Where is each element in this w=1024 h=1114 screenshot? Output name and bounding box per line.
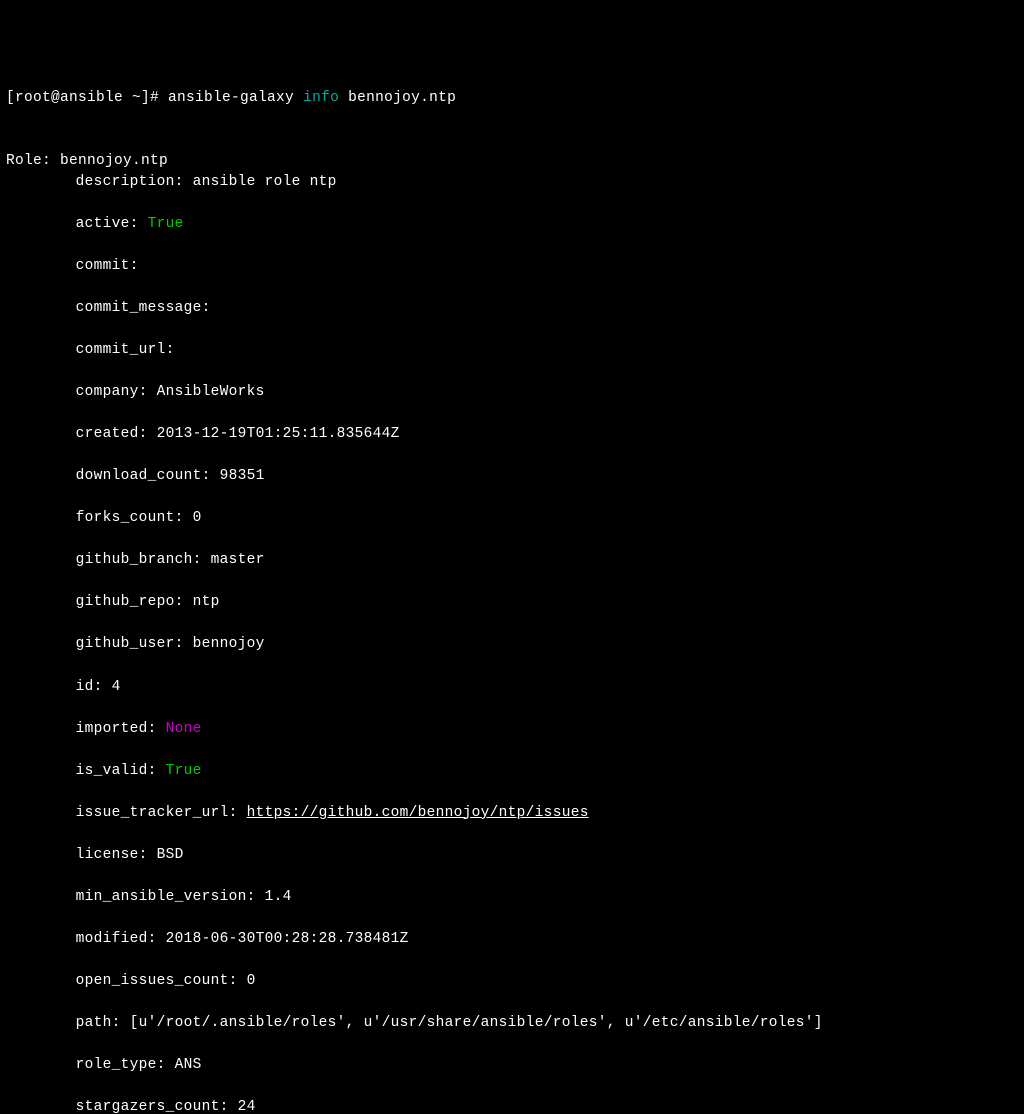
field-github-branch: github_branch: master [6, 550, 1018, 571]
field-key: created: [76, 426, 157, 442]
field-forks-count: forks_count: 0 [6, 508, 1018, 529]
field-value: 0 [247, 973, 256, 989]
field-path: path: [u'/root/.ansible/roles', u'/usr/s… [6, 1013, 1018, 1034]
field-value: bennojoy [193, 636, 265, 652]
field-value: ntp [193, 594, 220, 610]
field-value: 1.4 [265, 889, 292, 905]
field-company: company: AnsibleWorks [6, 382, 1018, 403]
field-is-valid: is_valid: True [6, 761, 1018, 782]
field-key: is_valid: [76, 763, 166, 779]
field-key: modified: [76, 931, 166, 947]
blank-line [6, 132, 15, 148]
field-key: active: [76, 216, 148, 232]
field-key: github_branch: [76, 552, 211, 568]
field-value: ANS [175, 1057, 202, 1073]
field-description: description: ansible role ntp [6, 172, 1018, 193]
field-github-repo: github_repo: ntp [6, 592, 1018, 613]
field-value: BSD [157, 847, 184, 863]
field-value: 98351 [220, 468, 265, 484]
field-key: path: [76, 1015, 130, 1031]
field-value: 2013-12-19T01:25:11.835644Z [157, 426, 400, 442]
field-commit-url: commit_url: [6, 340, 1018, 361]
field-key: license: [76, 847, 157, 863]
field-commit-message: commit_message: [6, 298, 1018, 319]
field-value: 2018-06-30T00:28:28.738481Z [166, 931, 409, 947]
field-value: https://github.com/bennojoy/ntp/issues [247, 805, 589, 821]
field-value: master [211, 552, 265, 568]
field-key: download_count: [76, 468, 220, 484]
command-argument: bennojoy.ntp [339, 90, 456, 106]
field-key: imported: [76, 721, 166, 737]
role-header: Role: bennojoy.ntp [6, 153, 168, 169]
field-key: issue_tracker_url: [76, 805, 247, 821]
field-value: True [148, 216, 184, 232]
field-value: None [166, 721, 202, 737]
command-prompt-line: [root@ansible ~]# ansible-galaxy info be… [6, 88, 1018, 109]
field-created: created: 2013-12-19T01:25:11.835644Z [6, 424, 1018, 445]
field-value: 24 [238, 1099, 256, 1114]
field-license: license: BSD [6, 845, 1018, 866]
command-base: ansible-galaxy [168, 90, 303, 106]
field-key: min_ansible_version: [76, 889, 265, 905]
field-key: stargazers_count: [76, 1099, 238, 1114]
field-value: True [166, 763, 202, 779]
field-key: company: [76, 384, 157, 400]
field-key: commit_message: [76, 300, 211, 316]
field-imported: imported: None [6, 719, 1018, 740]
field-key: description: [76, 174, 193, 190]
field-modified: modified: 2018-06-30T00:28:28.738481Z [6, 929, 1018, 950]
field-min-ansible-version: min_ansible_version: 1.4 [6, 887, 1018, 908]
field-issue-tracker-url: issue_tracker_url: https://github.com/be… [6, 803, 1018, 824]
field-value: ansible role ntp [193, 174, 337, 190]
field-commit: commit: [6, 256, 1018, 277]
field-key: commit_url: [76, 342, 175, 358]
field-value: 0 [193, 510, 202, 526]
prompt-user-host: [root@ansible ~]# [6, 90, 168, 106]
field-value: [u'/root/.ansible/roles', u'/usr/share/a… [130, 1015, 823, 1031]
command-action: info [303, 90, 339, 106]
field-key: forks_count: [76, 510, 193, 526]
field-github-user: github_user: bennojoy [6, 634, 1018, 655]
field-open-issues-count: open_issues_count: 0 [6, 971, 1018, 992]
field-key: id: [76, 679, 112, 695]
field-value: AnsibleWorks [157, 384, 265, 400]
field-value: 4 [112, 679, 121, 695]
field-key: role_type: [76, 1057, 175, 1073]
field-key: github_repo: [76, 594, 193, 610]
field-id: id: 4 [6, 677, 1018, 698]
field-active: active: True [6, 214, 1018, 235]
field-stargazers-count: stargazers_count: 24 [6, 1097, 1018, 1114]
field-download-count: download_count: 98351 [6, 466, 1018, 487]
field-key: open_issues_count: [76, 973, 247, 989]
field-key: github_user: [76, 636, 193, 652]
field-role-type: role_type: ANS [6, 1055, 1018, 1076]
field-key: commit: [76, 258, 139, 274]
